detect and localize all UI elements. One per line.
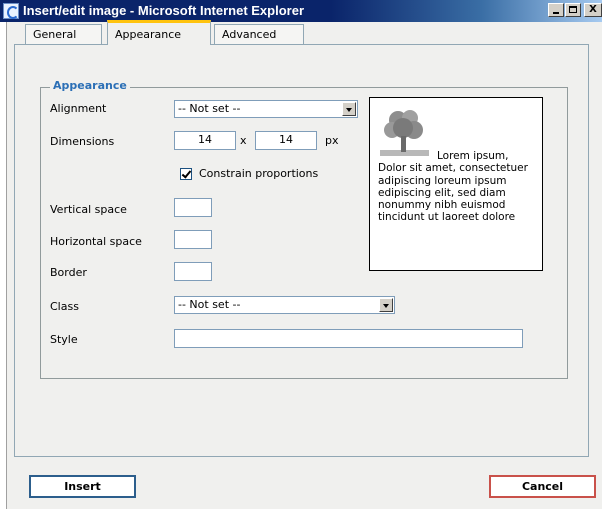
style-input[interactable]: [174, 329, 523, 348]
alignment-select[interactable]: -- Not set --: [174, 100, 358, 118]
title-bar[interactable]: Insert/edit image - Microsoft Internet E…: [0, 0, 602, 22]
border-label: Border: [50, 266, 87, 279]
style-label: Style: [50, 333, 78, 346]
preview-text-body: Dolor sit amet, consectetuer adipiscing …: [378, 162, 528, 224]
width-input[interactable]: 14: [174, 131, 236, 150]
internet-explorer-icon: [3, 3, 19, 19]
image-preview: Lorem ipsum, Dolor sit amet, consectetue…: [369, 97, 543, 271]
dimensions-label: Dimensions: [50, 135, 115, 148]
fieldset-legend: Appearance: [50, 79, 130, 92]
preview-text-first-line: Lorem ipsum,: [437, 150, 509, 162]
dimensions-times: x: [240, 134, 247, 147]
cancel-button[interactable]: Cancel: [489, 475, 596, 498]
minimize-button[interactable]: [548, 3, 564, 17]
chevron-down-icon[interactable]: [342, 102, 356, 116]
dimensions-unit: px: [325, 134, 339, 147]
chevron-down-icon[interactable]: [379, 298, 393, 312]
height-input[interactable]: 14: [255, 131, 317, 150]
tab-general[interactable]: General: [25, 24, 102, 44]
window-title: Insert/edit image - Microsoft Internet E…: [23, 3, 304, 18]
vertical-space-input[interactable]: [174, 198, 212, 217]
alignment-label: Alignment: [50, 102, 107, 115]
maximize-button[interactable]: [565, 3, 581, 17]
constrain-proportions-label[interactable]: Constrain proportions: [199, 167, 318, 180]
border-input[interactable]: [174, 262, 212, 281]
insert-button[interactable]: Insert: [29, 475, 136, 498]
class-label: Class: [50, 300, 79, 313]
maximize-icon: [569, 6, 577, 13]
constrain-proportions-checkbox[interactable]: [180, 168, 192, 180]
class-select[interactable]: -- Not set --: [174, 296, 395, 314]
class-select-value: -- Not set --: [178, 298, 241, 311]
close-button[interactable]: X: [584, 3, 602, 17]
minimize-icon: [553, 12, 559, 14]
horizontal-space-input[interactable]: [174, 230, 212, 249]
tab-appearance[interactable]: Appearance: [107, 20, 211, 45]
tab-advanced[interactable]: Advanced: [214, 24, 304, 44]
horizontal-space-label: Horizontal space: [50, 235, 142, 248]
vertical-space-label: Vertical space: [50, 203, 127, 216]
alignment-select-value: -- Not set --: [178, 102, 241, 115]
preview-text: Lorem ipsum, Dolor sit amet, consectetue…: [378, 150, 540, 224]
